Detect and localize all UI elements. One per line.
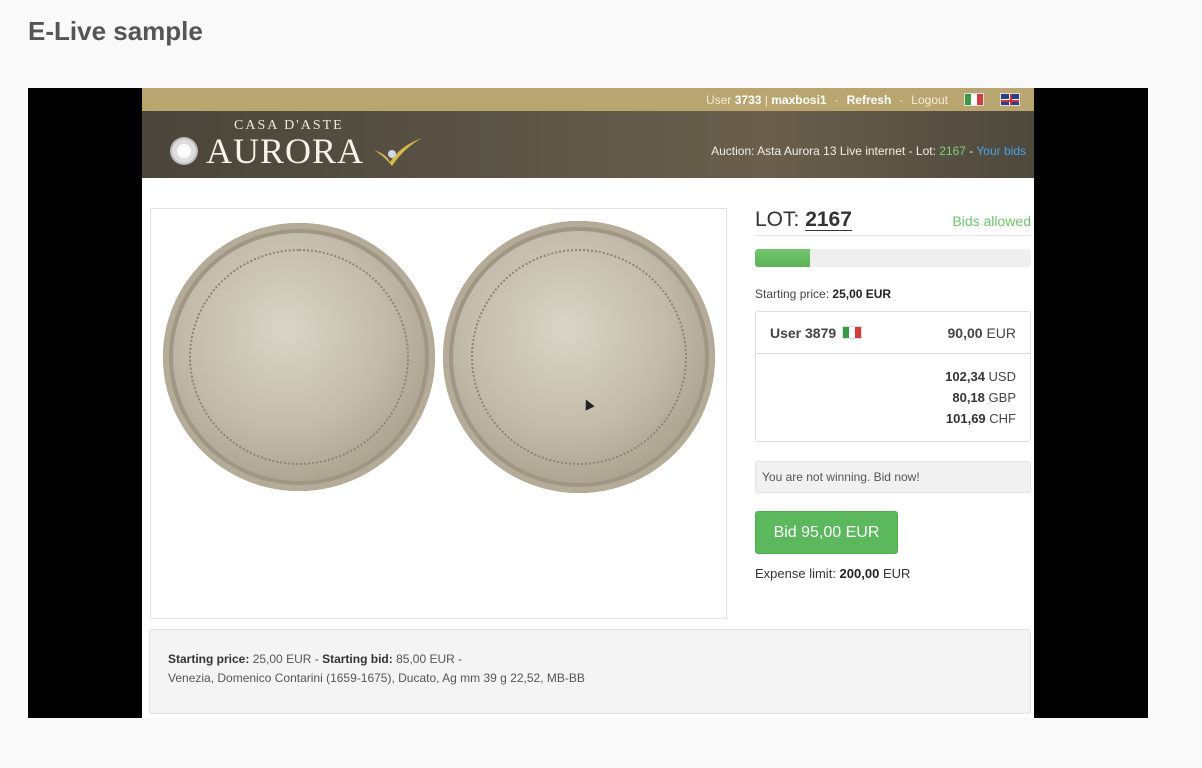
- lot-details-box: Starting price: 25,00 EUR - Starting bid…: [149, 629, 1031, 714]
- username: maxbosi1: [771, 92, 827, 107]
- bid-button[interactable]: Bid 95,00 EUR: [755, 511, 898, 554]
- user-id: 3733: [734, 92, 762, 107]
- conversion-row: 102,34 USD: [756, 366, 1016, 387]
- uk-flag-icon[interactable]: [1000, 93, 1020, 106]
- bid-status-badge: Bids allowed: [952, 213, 1031, 229]
- auction-lot-number: 2167: [939, 144, 966, 158]
- top-bidder-name: User 3879: [770, 324, 837, 341]
- lot-number: 2167: [805, 208, 852, 231]
- auction-separator: -: [965, 144, 977, 158]
- top-bidder: User 3879: [770, 324, 863, 341]
- top-bid-row: User 3879 90,00 EUR: [756, 312, 1030, 354]
- currency-conversions: 102,34 USD 80,18 GBP 101,69 CHF: [756, 354, 1030, 441]
- expense-limit-label: Expense limit:: [755, 566, 836, 581]
- top-bar: User 3733 | maxbosi1 - Refresh - Logout: [142, 88, 1034, 111]
- top-bid-value: 90,00: [947, 324, 983, 341]
- winning-status-message: You are not winning. Bid now!: [755, 461, 1031, 493]
- details-starting-bid-value: 85,00 EUR -: [396, 652, 463, 666]
- starting-price: Starting price: 25,00 EUR: [755, 287, 1031, 301]
- starting-price-label: Starting price:: [755, 287, 830, 301]
- coin-reverse-image: [443, 221, 715, 493]
- conversion-amount: 80,18: [952, 390, 985, 405]
- italian-flag-icon: [842, 326, 863, 339]
- lot-pricing-summary: Starting price: 25,00 EUR - Starting bid…: [168, 650, 1012, 669]
- current-bid-box: User 3879 90,00 EUR 102,34 USD 80,18 GBP…: [755, 311, 1031, 442]
- details-starting-price-label: Starting price:: [168, 652, 250, 666]
- auction-info-text: Auction: Asta Aurora 13 Live internet - …: [711, 144, 940, 158]
- progress-fill: [755, 249, 811, 267]
- countdown-progress-bar: [755, 249, 1031, 267]
- topbar-separator: -: [899, 92, 904, 107]
- user-label: User: [706, 92, 732, 107]
- italian-flag-icon[interactable]: [964, 93, 984, 106]
- auction-app: User 3733 | maxbosi1 - Refresh - Logout …: [142, 88, 1034, 718]
- logo[interactable]: AURORA: [170, 131, 424, 171]
- lot-label: LOT:: [755, 208, 800, 231]
- lot-header: LOT: 2167 Bids allowed: [755, 208, 1031, 236]
- header-banner: CASA D'ASTE AURORA Auction: Asta Aurora …: [142, 111, 1034, 178]
- logo-emblem-icon: [170, 137, 198, 165]
- refresh-link[interactable]: Refresh: [847, 93, 892, 107]
- lot-image-panel: [150, 208, 727, 619]
- conversion-row: 80,18 GBP: [756, 387, 1016, 408]
- topbar-separator: -: [834, 92, 839, 107]
- page-heading: E-Live sample: [28, 16, 203, 46]
- lot-description: Venezia, Domenico Contarini (1659-1675),…: [168, 671, 585, 685]
- conversion-currency: USD: [988, 369, 1016, 384]
- video-frame: User 3733 | maxbosi1 - Refresh - Logout …: [28, 88, 1148, 718]
- lot-title: LOT: 2167: [755, 208, 852, 232]
- bid-panel: LOT: 2167 Bids allowed Starting price: 2…: [755, 208, 1031, 581]
- starting-price-value: 25,00 EUR: [832, 287, 892, 301]
- top-bid-amount: 90,00 EUR: [948, 325, 1017, 341]
- logo-text: AURORA: [206, 131, 365, 171]
- details-starting-bid-label: Starting bid:: [322, 652, 393, 666]
- your-bids-link[interactable]: Your bids: [976, 144, 1026, 158]
- auction-info: Auction: Asta Aurora 13 Live internet - …: [711, 144, 1026, 158]
- user-divider: |: [764, 92, 768, 107]
- expense-limit-currency: EUR: [882, 566, 911, 581]
- logo-checkmark-icon: [372, 136, 424, 166]
- expense-limit-amount: 200,00: [839, 566, 880, 581]
- conversion-amount: 102,34: [945, 369, 985, 384]
- user-info: User 3733 | maxbosi1: [706, 93, 827, 107]
- details-starting-price-value: 25,00 EUR -: [252, 652, 319, 666]
- conversion-currency: GBP: [988, 390, 1016, 405]
- expense-limit: Expense limit: 200,00 EUR: [755, 566, 1031, 581]
- coin-obverse-image: [163, 223, 435, 491]
- conversion-row: 101,69 CHF: [756, 408, 1016, 429]
- conversion-currency: CHF: [989, 411, 1016, 426]
- logout-link[interactable]: Logout: [911, 93, 948, 107]
- top-bid-currency: EUR: [986, 324, 1016, 341]
- conversion-amount: 101,69: [945, 411, 986, 426]
